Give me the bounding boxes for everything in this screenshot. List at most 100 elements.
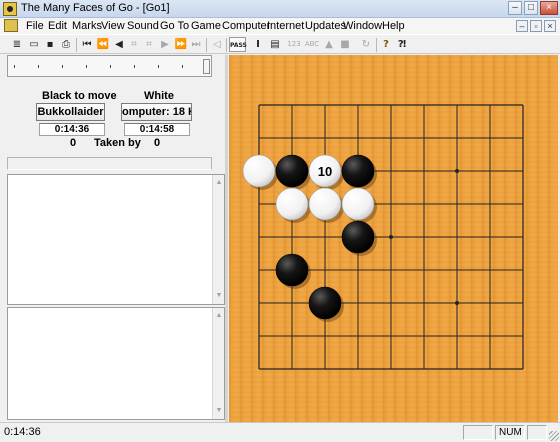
document-icon[interactable]	[4, 19, 18, 32]
white-clock: 0:14:58	[124, 123, 190, 136]
help-button[interactable]: ?	[378, 37, 394, 52]
taken-by-label: Taken by	[94, 137, 141, 149]
forward-one-icon[interactable]: ▶	[157, 37, 173, 52]
number-moves-button[interactable]: 123	[286, 37, 302, 52]
stone-body	[341, 154, 375, 188]
back-many-icon[interactable]: ⏪	[95, 37, 111, 52]
comment-scrollbar[interactable]: ▲ ▼	[212, 175, 224, 304]
go-board[interactable]: 10	[229, 55, 558, 422]
menu-sound[interactable]: Sound	[127, 19, 159, 33]
slider-tick	[134, 65, 135, 68]
list-icon[interactable]: ≣	[9, 37, 25, 52]
scroll-down-arrow[interactable]: ▼	[215, 292, 223, 300]
status-cell	[463, 425, 493, 440]
slider-tick	[110, 65, 111, 68]
to-move-label: Black to move	[42, 90, 117, 102]
menu-edit[interactable]: Edit	[48, 19, 67, 33]
scroll-down-arrow[interactable]: ▼	[215, 407, 223, 415]
variation-back-icon[interactable]: ⌗	[126, 37, 142, 52]
slider-tick	[14, 65, 15, 68]
scroll-up-arrow[interactable]: ▲	[215, 179, 223, 187]
menu-computer[interactable]: Computer	[222, 19, 270, 33]
back-one-icon[interactable]: ◀	[111, 37, 127, 52]
toolbar-separator	[376, 38, 377, 52]
white-stone: 10	[308, 154, 344, 190]
mark-icon[interactable]: ▤	[267, 37, 283, 52]
menu-marks[interactable]: Marks	[72, 19, 102, 33]
game-info-pane: Black to move White Bukkollaider omputer…	[3, 55, 225, 422]
slider-tick	[158, 65, 159, 68]
last-move-icon[interactable]: ⏭	[188, 37, 204, 52]
white-stone	[308, 187, 344, 223]
refresh-icon[interactable]: ↻	[358, 37, 374, 52]
mdi-close-button[interactable]: ×	[544, 20, 556, 32]
slider-tick	[86, 65, 87, 68]
resize-grip[interactable]	[549, 431, 559, 441]
toolbar-separator	[206, 38, 207, 52]
mdi-restore-button[interactable]: ▫	[530, 20, 542, 32]
text-cursor-icon[interactable]: I	[250, 37, 266, 52]
pass-button[interactable]: PASS	[229, 37, 247, 52]
close-button[interactable]: ×	[540, 1, 558, 15]
move-slider[interactable]	[7, 55, 212, 77]
stone-body	[308, 286, 342, 320]
maximize-button[interactable]: □	[524, 1, 538, 15]
black-player-button[interactable]: Bukkollaider	[36, 103, 105, 121]
stone-body	[308, 187, 342, 221]
toolbar-separator	[76, 38, 77, 52]
menu-view[interactable]: View	[101, 19, 125, 33]
star-point	[455, 169, 459, 173]
comment-panel[interactable]: ▲ ▼	[7, 174, 225, 305]
mute-icon[interactable]: ◁	[209, 37, 225, 52]
letter-marks-button[interactable]: ABC	[304, 37, 320, 52]
black-stone	[275, 154, 311, 190]
context-help-icon[interactable]: ⁈	[394, 37, 410, 52]
stone-body	[341, 220, 375, 254]
menu-help[interactable]: Help	[382, 19, 405, 33]
mdi-minimize-button[interactable]: –	[516, 20, 528, 32]
variation-forward-icon[interactable]: ⌗	[141, 37, 157, 52]
game-tree-panel[interactable]: ▲ ▼	[7, 307, 225, 420]
minimize-button[interactable]: –	[508, 1, 522, 15]
board-canvas[interactable]: 10	[229, 55, 558, 422]
menu-bar: File Edit Marks View Sound Go To Game Co…	[0, 18, 560, 34]
status-bar: 0:14:36 NUM	[0, 422, 560, 442]
menu-go-to[interactable]: Go To	[160, 19, 189, 33]
status-time: 0:14:36	[4, 426, 41, 438]
print-icon[interactable]: ⎙	[58, 37, 74, 52]
menu-game[interactable]: Game	[191, 19, 221, 33]
white-captures: 0	[154, 137, 161, 149]
toolbar: ≣ ▭ ▪ ⎙ ⏮ ⏪ ◀ ⌗ ⌗ ▶ ⏩ ⏭ ◁ PASS I ▤ 123 A…	[0, 34, 560, 54]
menu-file[interactable]: File	[26, 19, 44, 33]
stone-body	[275, 187, 309, 221]
slider-track	[14, 65, 204, 68]
first-move-icon[interactable]: ⏮	[79, 37, 95, 52]
status-cell	[527, 425, 547, 440]
play-icon[interactable]: ▲	[321, 37, 337, 52]
scroll-up-arrow[interactable]: ▲	[215, 312, 223, 320]
slider-tick	[62, 65, 63, 68]
menu-internet[interactable]: Internet	[267, 19, 304, 33]
menu-window[interactable]: Window	[343, 19, 382, 33]
black-stone	[308, 286, 344, 322]
stone-body	[242, 154, 276, 188]
forward-many-icon[interactable]: ⏩	[173, 37, 189, 52]
app-icon	[3, 2, 17, 16]
menu-updates[interactable]: Updates	[305, 19, 346, 33]
slider-thumb[interactable]	[203, 59, 210, 74]
slider-tick	[38, 65, 39, 68]
save-icon[interactable]: ▪	[42, 37, 58, 52]
move-number-label: 10	[318, 164, 332, 179]
pane-splitter[interactable]	[225, 55, 228, 422]
white-player-button[interactable]: omputer: 18 Ky	[121, 103, 192, 121]
slider-tick	[182, 65, 183, 68]
tree-scrollbar[interactable]: ▲ ▼	[212, 308, 224, 419]
white-stone	[341, 187, 377, 223]
black-stone	[275, 253, 311, 289]
open-icon[interactable]: ▭	[26, 37, 42, 52]
stone-body	[341, 187, 375, 221]
star-point	[389, 235, 393, 239]
white-stone	[242, 154, 278, 190]
black-clock: 0:14:36	[39, 123, 105, 136]
stop-icon[interactable]: ■	[337, 37, 353, 52]
